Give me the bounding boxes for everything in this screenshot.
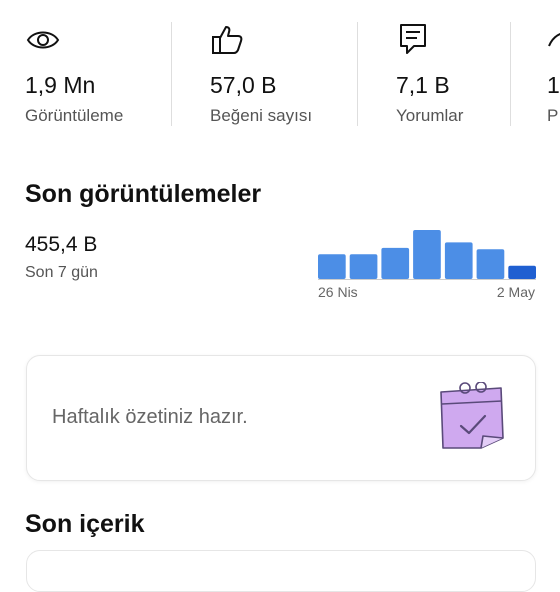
recent-views-period: Son 7 gün <box>25 264 98 281</box>
chart-bar[interactable] <box>413 230 441 279</box>
share-icon <box>548 33 560 47</box>
stat-comments-label: Yorumlar <box>396 106 464 125</box>
weekly-summary-card[interactable]: Haftalık özetiniz hazır. <box>26 355 536 481</box>
x-tick-label: 26 Nis <box>318 284 358 300</box>
eye-icon <box>26 31 60 49</box>
stat-divider <box>510 22 511 126</box>
stat-comments-value: 7,1 B <box>396 72 450 98</box>
recent-content-card[interactable] <box>26 550 536 592</box>
recent-views-value: 455,4 B <box>25 233 98 256</box>
stat-shares-label: P <box>547 106 559 125</box>
stat-views-label: Görüntüleme <box>25 106 124 125</box>
chart-bar[interactable] <box>476 249 505 279</box>
chart-bar[interactable] <box>318 254 346 279</box>
chart-plot <box>318 230 536 280</box>
views-bar-chart[interactable]: 26 Nis 2 May <box>318 228 536 304</box>
stat-shares-value: 1 <box>547 72 560 98</box>
stats-row: 1,9 Mn Görüntüleme 57,0 B Beğeni sayısı … <box>0 0 560 130</box>
recent-content-title: Son içerik <box>25 510 145 538</box>
weekly-summary-message: Haftalık özetiniz hazır. <box>52 406 248 428</box>
stat-divider <box>171 22 172 126</box>
stat-likes-value: 57,0 B <box>210 72 277 98</box>
chart-bar[interactable] <box>444 242 473 279</box>
chart-bar[interactable] <box>508 265 536 279</box>
recent-views-title: Son görüntülemeler <box>25 180 262 208</box>
calendar-check-icon <box>440 382 504 449</box>
chart-bar[interactable] <box>349 254 378 279</box>
stat-divider <box>357 22 358 126</box>
thumbs-up-icon <box>212 26 243 54</box>
chart-bar[interactable] <box>381 247 410 279</box>
stat-views-value: 1,9 Mn <box>25 72 96 98</box>
comment-icon <box>400 24 426 54</box>
x-tick-label: 2 May <box>496 284 535 300</box>
stat-likes-label: Beğeni sayısı <box>210 106 313 125</box>
